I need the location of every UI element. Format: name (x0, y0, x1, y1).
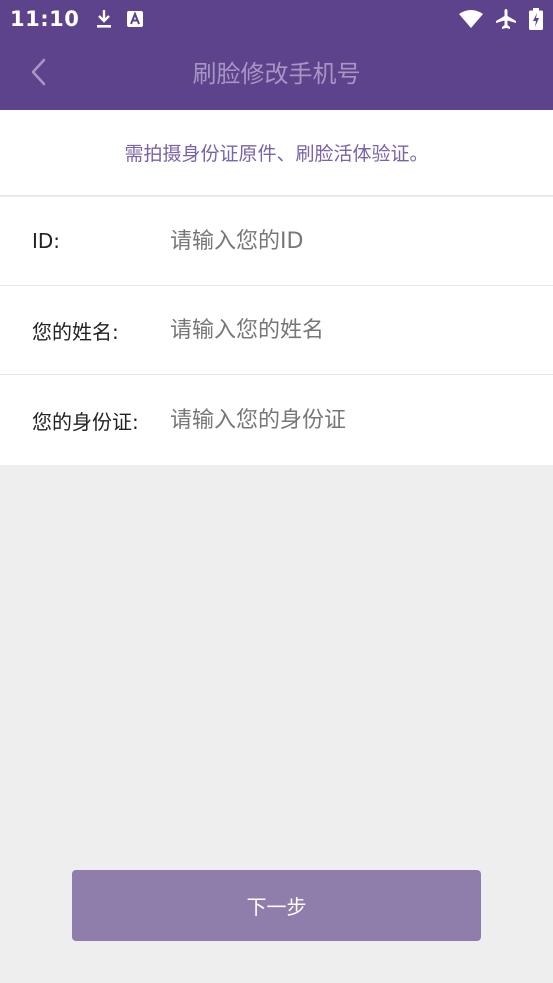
id-card-label: 您的身份证: (32, 409, 139, 434)
next-step-button[interactable]: 下一步 (72, 870, 481, 941)
verification-notice: 需拍摄身份证原件、刷脸活体验证。 (0, 110, 553, 196)
notice-text: 需拍摄身份证原件、刷脸活体验证。 (124, 143, 429, 165)
form-row-id-card: 您的身份证: (0, 375, 553, 465)
download-icon (95, 9, 113, 29)
name-input[interactable] (170, 300, 533, 360)
identity-form: ID: 您的姓名: 您的身份证: (0, 197, 553, 465)
chevron-left-icon (30, 58, 46, 90)
id-input[interactable] (170, 211, 533, 271)
back-button[interactable] (18, 54, 58, 94)
page-title: 刷脸修改手机号 (192, 60, 361, 88)
status-left-icons (95, 9, 144, 29)
form-row-name: 您的姓名: (0, 286, 553, 375)
battery-charging-icon (529, 8, 543, 30)
airplane-icon (495, 8, 517, 30)
status-bar: 11:10 (0, 0, 553, 38)
font-a-icon (127, 11, 144, 27)
id-card-input[interactable] (170, 390, 533, 450)
id-label: ID: (32, 229, 61, 253)
status-right-icons (459, 8, 543, 30)
status-time: 11:10 (10, 7, 80, 31)
wifi-icon (459, 10, 483, 28)
name-label: 您的姓名: (32, 319, 119, 344)
form-row-id: ID: (0, 197, 553, 286)
app-bar: 刷脸修改手机号 (0, 38, 553, 110)
